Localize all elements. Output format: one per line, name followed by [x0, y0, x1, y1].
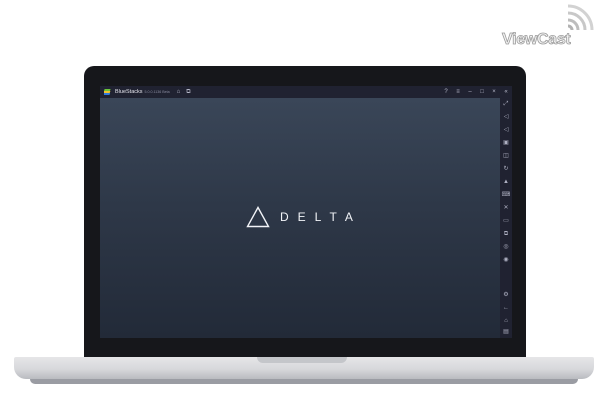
settings-icon[interactable]: ⚙: [500, 290, 512, 300]
laptop-opening-notch: [257, 357, 347, 363]
window-controls: ? ≡ – □ × «: [440, 86, 512, 98]
laptop-base-shadow: [30, 379, 578, 384]
home-icon[interactable]: ⌂: [177, 89, 181, 95]
delta-brand-text: DELTA: [280, 210, 362, 224]
rotate-icon[interactable]: ↻: [500, 164, 512, 174]
help-icon[interactable]: ?: [440, 86, 452, 98]
watermark-text: ViewCast: [502, 31, 572, 49]
delta-triangle-logo-icon: [246, 206, 270, 228]
keyboard-controls-icon[interactable]: ⌨: [500, 190, 512, 200]
app-title: BlueStacks: [115, 89, 143, 95]
multi-instance-icon[interactable]: ⧉: [186, 89, 190, 95]
recent-apps-icon[interactable]: ▤: [500, 327, 512, 337]
game-splash-screen[interactable]: DELTA: [100, 98, 500, 338]
multi-instance-sync-icon[interactable]: ⧉: [500, 229, 512, 239]
signal-waves-icon: [567, 4, 594, 31]
viewcast-watermark: ViewCast: [500, 4, 596, 50]
shake-icon[interactable]: ▲: [500, 177, 512, 187]
bluestacks-logo-icon: [104, 89, 111, 95]
collapse-sidebar-icon[interactable]: «: [500, 86, 512, 98]
bluestacks-window: BlueStacks 5.0.0.1136 Beta ⌂ ⧉ ? ≡ – □ ×…: [100, 86, 512, 338]
delta-brand: DELTA: [246, 206, 362, 228]
volume-down-icon[interactable]: ◁: [500, 125, 512, 135]
home-nav-icon[interactable]: ⌂: [500, 316, 512, 326]
volume-up-icon[interactable]: ◁: [500, 112, 512, 122]
eco-mode-icon[interactable]: ◎: [500, 242, 512, 252]
minimize-icon[interactable]: –: [464, 86, 476, 98]
fullscreen-icon[interactable]: ⤢: [500, 99, 512, 109]
close-icon[interactable]: ×: [488, 86, 500, 98]
screenshot-icon[interactable]: ◫: [500, 151, 512, 161]
macro-icon[interactable]: ◉: [500, 255, 512, 265]
title-bar: BlueStacks 5.0.0.1136 Beta ⌂ ⧉ ? ≡ – □ ×…: [100, 86, 512, 98]
game-controls-icon[interactable]: ✕: [500, 203, 512, 213]
right-toolbar: ⤢ ◁ ◁ ▣ ◫ ↻ ▲ ⌨ ✕ ▭ ⧉ ◎ ◉ ⚙ ← ⌂ ▤: [500, 98, 512, 338]
media-folder-icon[interactable]: ▭: [500, 216, 512, 226]
screen-record-icon[interactable]: ▣: [500, 138, 512, 148]
menu-icon[interactable]: ≡: [452, 86, 464, 98]
maximize-icon[interactable]: □: [476, 86, 488, 98]
back-icon[interactable]: ←: [500, 303, 512, 313]
app-version: 5.0.0.1136 Beta: [144, 90, 170, 94]
